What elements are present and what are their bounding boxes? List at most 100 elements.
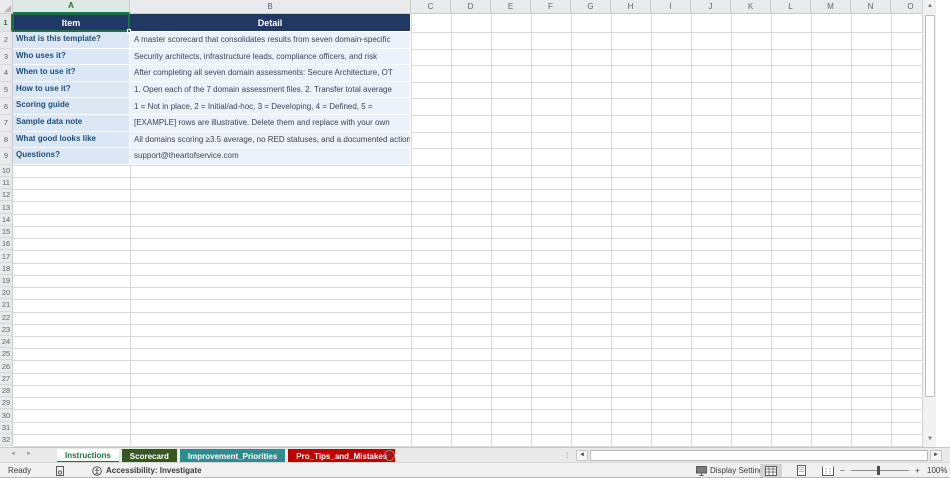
cell-B6[interactable]: 1 = Not in place, 2 = Initial/ad-hoc, 3 … (130, 98, 411, 115)
row-header-26[interactable]: 26 (0, 360, 13, 372)
vertical-scroll-thumb[interactable] (925, 15, 935, 397)
gridline (691, 14, 692, 446)
row-header-24[interactable]: 24 (0, 336, 13, 348)
horizontal-scrollbar[interactable] (590, 450, 928, 461)
cell-B9[interactable]: support@theartofservice.com (130, 148, 411, 165)
gridline (13, 177, 936, 178)
scroll-down-arrow-icon[interactable]: ▼ (924, 433, 936, 446)
column-header-J[interactable]: J (691, 0, 731, 14)
row-header-3[interactable]: 3 (0, 49, 13, 66)
row-header-21[interactable]: 21 (0, 299, 13, 311)
row-header-30[interactable]: 30 (0, 409, 13, 421)
cell-B5[interactable]: 1. Open each of the 7 domain assessment … (130, 82, 411, 99)
sheet-tab-improvement_priorities[interactable]: Improvement_Priorities (180, 449, 285, 463)
tab-nav-right-icon[interactable]: ► (26, 451, 32, 457)
gridline (13, 250, 936, 251)
cell-A3[interactable]: Who uses it? (13, 49, 130, 66)
column-header-N[interactable]: N (851, 0, 891, 14)
row-header-2[interactable]: 2 (0, 32, 13, 49)
normal-view-button[interactable] (760, 464, 782, 477)
page-break-preview-button[interactable] (817, 464, 839, 477)
row-header-17[interactable]: 17 (0, 250, 13, 262)
cell-A9[interactable]: Questions? (13, 148, 130, 165)
cell-A5[interactable]: How to use it? (13, 82, 130, 99)
row-header-20[interactable]: 20 (0, 287, 13, 299)
row-header-22[interactable]: 22 (0, 312, 13, 324)
cell-B4[interactable]: After completing all seven domain assess… (130, 65, 411, 82)
page-layout-view-button[interactable] (790, 464, 812, 477)
row-header-29[interactable]: 29 (0, 397, 13, 409)
scroll-up-arrow-icon[interactable]: ▲ (924, 0, 936, 13)
cell-A6[interactable]: Scoring guide (13, 98, 130, 115)
cell-A2[interactable]: What is this template? (13, 32, 130, 49)
cell-B3[interactable]: Security architects, infrastructure lead… (130, 49, 411, 66)
row-header-7[interactable]: 7 (0, 115, 13, 132)
zoom-slider-track[interactable] (851, 470, 909, 471)
vertical-scrollbar[interactable]: ▲ ▼ (922, 0, 936, 447)
sheet-tab-instructions[interactable]: Instructions (57, 449, 119, 463)
column-header-M[interactable]: M (811, 0, 851, 14)
row-header-1[interactable]: 1 (0, 14, 13, 32)
column-header-K[interactable]: K (731, 0, 771, 14)
accessibility-status[interactable]: Accessibility: Investigate (92, 463, 202, 478)
column-header-I[interactable]: I (651, 0, 691, 14)
cell-B2[interactable]: A master scorecard that consolidates res… (130, 32, 411, 49)
gridline (13, 189, 936, 190)
zoom-level-label[interactable]: 100% (927, 463, 947, 478)
select-all-button[interactable] (0, 0, 13, 14)
tab-splitter-handle[interactable]: ⁞ (566, 450, 568, 461)
column-header-H[interactable]: H (611, 0, 651, 14)
gridline (13, 360, 936, 361)
column-header-D[interactable]: D (451, 0, 491, 14)
column-header-C[interactable]: C (411, 0, 451, 14)
cell-A7[interactable]: Sample data note (13, 115, 130, 132)
column-header-B[interactable]: B (130, 0, 411, 14)
row-header-11[interactable]: 11 (0, 177, 13, 189)
cell-A1-item-header[interactable]: Item (13, 14, 130, 32)
column-header-G[interactable]: G (571, 0, 611, 14)
row-header-27[interactable]: 27 (0, 373, 13, 385)
row-header-8[interactable]: 8 (0, 132, 13, 149)
hscroll-right-arrow-icon[interactable]: ► (930, 450, 942, 461)
gridline (851, 14, 852, 446)
hscroll-left-arrow-icon[interactable]: ◄ (576, 450, 588, 461)
column-header-E[interactable]: E (491, 0, 531, 14)
zoom-slider-thumb[interactable] (877, 466, 880, 475)
display-settings-button[interactable]: Display Settings (696, 463, 767, 478)
row-header-32[interactable]: 32 (0, 434, 13, 446)
tab-nav-left-icon[interactable]: ◄ (10, 451, 16, 457)
cell-B1-detail-header[interactable]: Detail (130, 14, 411, 32)
zoom-in-button[interactable]: + (915, 463, 920, 478)
accessibility-icon (92, 466, 102, 476)
cell-B8[interactable]: All domains scoring ≥3.5 average, no RED… (130, 132, 411, 149)
sheet-tab-scorecard[interactable]: Scorecard (122, 449, 177, 463)
row-header-12[interactable]: 12 (0, 189, 13, 201)
row-header-5[interactable]: 5 (0, 82, 13, 99)
row-header-9[interactable]: 9 (0, 148, 13, 165)
row-header-13[interactable]: 13 (0, 201, 13, 213)
cell-A8[interactable]: What good looks like (13, 132, 130, 149)
cell-A4[interactable]: When to use it? (13, 65, 130, 82)
row-header-18[interactable]: 18 (0, 263, 13, 275)
cell-B7[interactable]: [EXAMPLE] rows are illustrative. Delete … (130, 115, 411, 132)
row-header-16[interactable]: 16 (0, 238, 13, 250)
row-header-19[interactable]: 19 (0, 275, 13, 287)
row-header-4[interactable]: 4 (0, 65, 13, 82)
zoom-out-button[interactable]: − (840, 463, 845, 478)
column-header-L[interactable]: L (771, 0, 811, 14)
row-header-28[interactable]: 28 (0, 385, 13, 397)
column-header-F[interactable]: F (531, 0, 571, 14)
gridline (13, 324, 936, 325)
row-header-6[interactable]: 6 (0, 98, 13, 115)
column-header-A[interactable]: A (13, 0, 130, 14)
row-header-23[interactable]: 23 (0, 324, 13, 336)
status-bar: Ready Accessibility: Investigate Display… (0, 462, 950, 478)
macro-record-icon[interactable] (55, 463, 65, 478)
sheet-tab-pro_tips_and_mistakes[interactable]: Pro_Tips_and_Mistakes (288, 449, 395, 463)
row-header-25[interactable]: 25 (0, 348, 13, 360)
new-sheet-button[interactable]: + (384, 450, 395, 461)
row-header-31[interactable]: 31 (0, 422, 13, 434)
row-header-15[interactable]: 15 (0, 226, 13, 238)
row-header-14[interactable]: 14 (0, 214, 13, 226)
row-header-10[interactable]: 10 (0, 165, 13, 177)
